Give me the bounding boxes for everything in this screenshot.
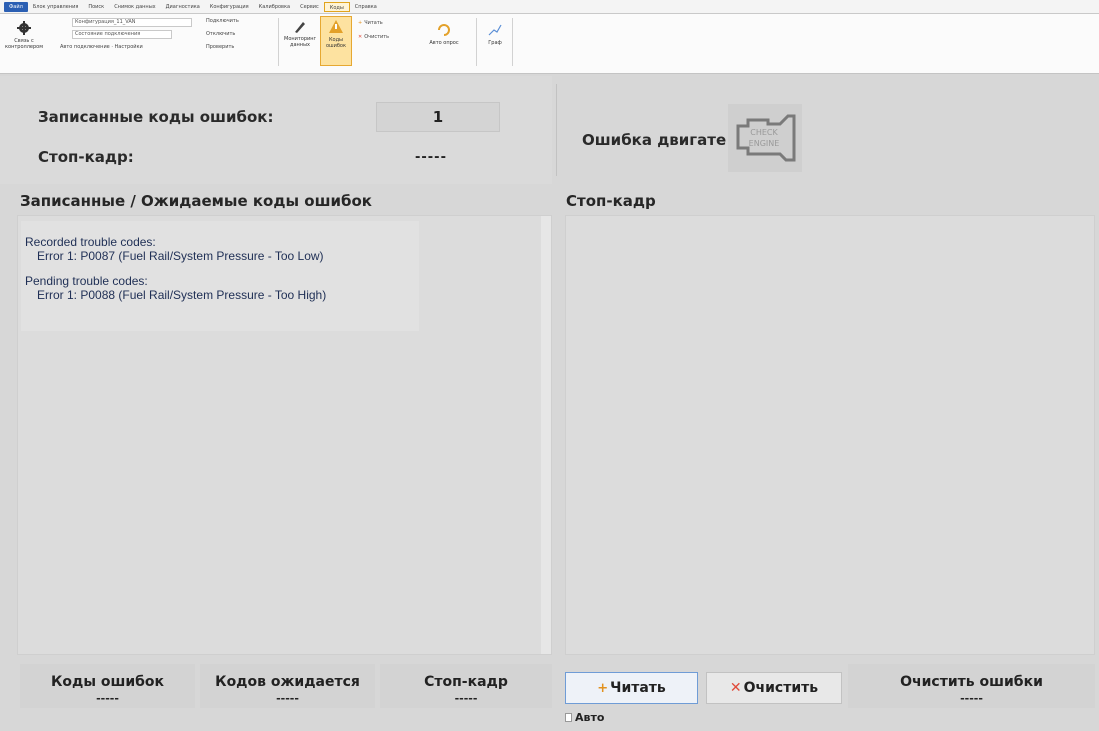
- auto-label: Авто: [575, 711, 605, 724]
- engine-error-label: Ошибка двигате: [582, 131, 727, 149]
- codes-count-stat: Коды ошибок -----: [20, 664, 195, 708]
- check-sub-button[interactable]: Проверить: [206, 44, 234, 50]
- freeze-frame-value: -----: [415, 150, 447, 165]
- graph-button[interactable]: Граф: [484, 22, 506, 46]
- clear-button-label: Очистить: [743, 680, 819, 696]
- check-engine-text-1: CHECK: [750, 128, 778, 137]
- pending-count-value: -----: [276, 692, 299, 705]
- codes-scrollbar[interactable]: [541, 216, 551, 654]
- pending-code-line: Error 1: P0088 (Fuel Rail/System Pressur…: [37, 288, 327, 302]
- pending-count-title: Кодов ожидается: [215, 674, 360, 690]
- connect-label: Связь с контроллером: [5, 38, 43, 50]
- ribbon-tab-bar: Файл Блок управления Поиск Снимок данных…: [0, 0, 1099, 14]
- clear-errors-value: -----: [960, 692, 983, 705]
- tab-snapshot[interactable]: Снимок данных: [109, 2, 160, 12]
- tab-control-unit[interactable]: Блок управления: [28, 2, 84, 12]
- summary-divider: [556, 84, 557, 176]
- codes-panel-title: Записанные / Ожидаемые коды ошибок: [20, 192, 372, 210]
- ribbon-separator: [512, 18, 513, 66]
- read-small-label: Читать: [364, 20, 383, 26]
- read-small-button[interactable]: + Читать: [358, 20, 383, 26]
- clear-errors-stat: Очистить ошибки -----: [848, 664, 1095, 708]
- freeze-frame-label: Стоп-кадр:: [38, 148, 134, 166]
- codes-count-title: Коды ошибок: [50, 674, 165, 690]
- codes-button[interactable]: Коды ошибок: [320, 16, 352, 66]
- close-icon: ✕: [358, 34, 363, 40]
- config-select[interactable]: Конфигурация_11_VAN: [72, 18, 192, 27]
- ribbon-separator: [278, 18, 279, 66]
- disconnect-sub-button[interactable]: Отключить: [206, 31, 235, 37]
- tab-diagnostics[interactable]: Диагностика: [161, 2, 205, 12]
- tab-file[interactable]: Файл: [4, 1, 28, 12]
- codes-textbox[interactable]: Recorded trouble codes: Error 1: P0087 (…: [17, 215, 552, 655]
- plus-icon: +: [597, 680, 609, 696]
- tab-codes[interactable]: Коды: [323, 1, 350, 12]
- clear-small-button[interactable]: ✕ Очистить: [358, 34, 389, 40]
- close-icon: ✕: [729, 680, 742, 696]
- connect-sub-button[interactable]: Подключить: [206, 18, 239, 24]
- tab-help[interactable]: Справка: [350, 2, 382, 12]
- freeze-frame-stat-title: Стоп-кадр: [424, 674, 508, 690]
- brush-icon: [295, 22, 305, 33]
- read-button-label: Читать: [610, 680, 666, 696]
- tab-configuration[interactable]: Конфигурация: [205, 2, 254, 12]
- recorded-code-line: Error 1: P0087 (Fuel Rail/System Pressur…: [37, 249, 324, 263]
- clear-small-label: Очистить: [364, 34, 390, 40]
- tab-search[interactable]: Поиск: [83, 2, 109, 12]
- auto-poll-button[interactable]: Авто опрос: [424, 22, 464, 46]
- read-button[interactable]: + Читать: [565, 672, 698, 704]
- codes-text: Recorded trouble codes: Error 1: P0087 (…: [21, 221, 419, 331]
- state-field[interactable]: Состояние подключения: [72, 30, 172, 39]
- check-engine-icon: CHECK ENGINE: [728, 104, 802, 172]
- ribbon-separator: [476, 18, 477, 66]
- connect-button[interactable]: Связь с контроллером: [5, 20, 43, 50]
- gear-icon: [17, 21, 31, 35]
- tab-service[interactable]: Сервис: [295, 2, 324, 12]
- pending-count-stat: Кодов ожидается -----: [200, 664, 375, 708]
- recorded-codes-label: Записанные коды ошибок:: [38, 108, 274, 126]
- codes-count-value: -----: [96, 692, 119, 705]
- freeze-frame-stat-value: -----: [454, 692, 478, 705]
- pending-codes-heading: Pending trouble codes:: [25, 274, 148, 288]
- freeze-panel-title: Стоп-кадр: [566, 192, 656, 210]
- monitor-button[interactable]: Мониторинг данных: [284, 18, 316, 48]
- codes-label: Коды ошибок: [325, 37, 347, 49]
- chart-icon: [488, 24, 502, 36]
- check-engine-text-2: ENGINE: [749, 139, 780, 148]
- tab-calibration[interactable]: Калибровка: [254, 2, 295, 12]
- freeze-frame-box[interactable]: [565, 215, 1095, 655]
- recorded-codes-heading: Recorded trouble codes:: [25, 235, 156, 249]
- auto-poll-label: Авто опрос: [429, 40, 459, 46]
- auto-checkbox[interactable]: Авто: [565, 711, 604, 724]
- clear-errors-title: Очистить ошибки: [900, 674, 1043, 690]
- recorded-codes-value: 1: [376, 102, 500, 132]
- monitor-label: Мониторинг данных: [284, 36, 317, 48]
- graph-label: Граф: [488, 40, 502, 46]
- auto-checkbox-box[interactable]: [565, 713, 572, 722]
- freeze-frame-stat: Стоп-кадр -----: [380, 664, 552, 708]
- warning-icon: [329, 20, 343, 33]
- plus-icon: +: [358, 20, 363, 26]
- extra-label: Авто подключение · Настройки: [60, 44, 143, 50]
- ribbon-toolbar: Связь с контроллером Конфигурация_11_VAN…: [0, 14, 1099, 74]
- clear-button[interactable]: ✕ Очистить: [706, 672, 842, 704]
- refresh-icon: [438, 24, 450, 36]
